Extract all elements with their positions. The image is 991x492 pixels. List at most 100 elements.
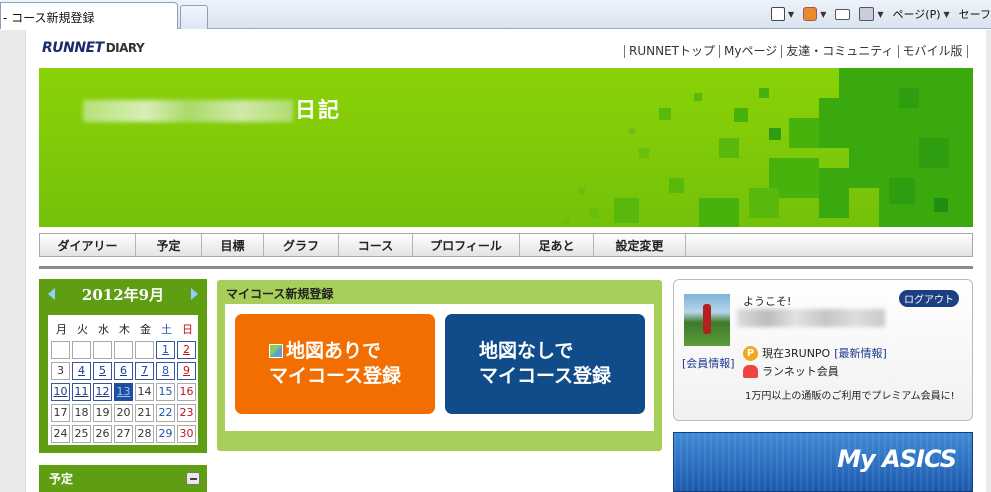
calendar-day[interactable]: 6 [114, 362, 133, 380]
browser-tab[interactable]: - コース新規登録 [0, 2, 178, 29]
collapse-icon[interactable] [186, 472, 200, 485]
home-icon [771, 7, 786, 21]
home-button[interactable]: ▼ [771, 7, 794, 21]
nav-diary[interactable]: ダイアリー [40, 234, 136, 256]
schedule-box: 予定 [39, 465, 207, 492]
calendar-day: 27 [114, 425, 133, 443]
calendar-day: 21 [135, 404, 154, 422]
divider [39, 266, 973, 269]
map-icon [268, 344, 283, 358]
logo-text: RUNNET [42, 40, 104, 56]
blurred-member-name [737, 309, 885, 327]
mail-button[interactable] [835, 8, 851, 20]
nav-graph[interactable]: グラフ [264, 234, 339, 256]
browser-toolbar: ▼ ▼ ▼ ページ(P) ▼ セーフ [771, 6, 991, 22]
safety-menu[interactable]: セーフ [959, 6, 991, 22]
nav-settings[interactable]: 設定変更 [594, 234, 686, 256]
nav-goal[interactable]: 目標 [202, 234, 264, 256]
calendar-day: 18 [72, 404, 91, 422]
calendar-day[interactable]: 7 [135, 362, 154, 380]
calendar-day: 16 [177, 383, 196, 401]
runpo-text: 現在3RUNPO [762, 347, 831, 360]
page-menu[interactable]: ページ(P) ▼ [893, 6, 950, 22]
runpo-latest-link[interactable]: [最新情報] [834, 345, 887, 361]
register-with-map-button[interactable]: 地図ありで マイコース登録 [235, 314, 435, 414]
top-links: RUNNETトップ Myページ 友達・コミュニティ モバイル版 [624, 45, 968, 58]
prev-month-icon[interactable] [48, 288, 55, 300]
calendar: 2012年9月 月 火 水 木 金 土 日 1 2 3 4 5 6 7 8 9 10 11 12 13 1… [39, 279, 207, 453]
weekday-label: 木 [119, 323, 130, 336]
calendar-day[interactable]: 2 [177, 341, 196, 359]
diary-banner: 日記 [39, 68, 973, 227]
calendar-day: 26 [93, 425, 112, 443]
panel-inner: 地図ありで マイコース登録 地図なしで マイコース登録 [225, 304, 654, 431]
right-margin [986, 30, 991, 492]
calendar-empty-cell [72, 341, 91, 359]
calendar-day[interactable]: 10 [51, 383, 70, 401]
calendar-day[interactable]: 1 [156, 341, 175, 359]
calendar-day: 17 [51, 404, 70, 422]
nav-schedule[interactable]: 予定 [136, 234, 202, 256]
calendar-day[interactable]: 12 [93, 383, 112, 401]
calendar-day[interactable]: 8 [156, 362, 175, 380]
course-register-panel: マイコース新規登録 地図ありで マイコース登録 地図なしで マイコース登録 [217, 280, 662, 451]
premium-promo[interactable]: 1万円以上の通販のご利用でプレミアム会員に! [745, 387, 955, 402]
calendar-day[interactable]: 13 [114, 383, 133, 401]
banner-pixel-decoration [564, 68, 973, 227]
calendar-day[interactable]: 4 [72, 362, 91, 380]
page-menu-label: ページ(P) [892, 8, 941, 21]
member-info-link[interactable]: [会員情報] [682, 355, 735, 371]
logout-button[interactable]: ログアウト [899, 290, 959, 307]
calendar-day: 14 [135, 383, 154, 401]
calendar-month: 2012年9月 [81, 285, 165, 304]
calendar-day: 23 [177, 404, 196, 422]
calendar-day: 19 [93, 404, 112, 422]
weekday-label: 金 [140, 323, 151, 336]
calendar-day: 3 [51, 362, 70, 380]
avatar[interactable] [684, 294, 730, 346]
register-without-map-button[interactable]: 地図なしで マイコース登録 [445, 314, 645, 414]
member-panel: [会員情報] ようこそ! ログアウト P 現在3RUNPO [最新情報] ランネ… [673, 279, 973, 421]
calendar-day: 28 [135, 425, 154, 443]
calendar-day: 22 [156, 404, 175, 422]
print-button[interactable]: ▼ [859, 7, 884, 21]
calendar-empty-cell [93, 341, 112, 359]
rss-icon [803, 7, 818, 21]
main-nav: ダイアリー 予定 目標 グラフ コース プロフィール 足あと 設定変更 [39, 233, 973, 257]
top-link-mobile[interactable]: モバイル版 [897, 45, 968, 58]
calendar-day[interactable]: 11 [72, 383, 91, 401]
top-link-runnet-top[interactable]: RUNNETトップ [624, 45, 719, 58]
mail-icon [835, 8, 851, 20]
next-month-icon[interactable] [191, 288, 198, 300]
calendar-day: 25 [72, 425, 91, 443]
nav-course[interactable]: コース [339, 234, 413, 256]
my-asics-banner[interactable]: My ASICS [673, 432, 973, 492]
chevron-down-icon: ▼ [820, 9, 827, 19]
calendar-days: 1 2 3 4 5 6 7 8 9 10 11 12 13 14 15 16 17 18 19 20 21 22 23 24 2… [51, 341, 196, 443]
nav-profile[interactable]: プロフィール [413, 234, 520, 256]
calendar-day: 24 [51, 425, 70, 443]
left-margin [0, 30, 26, 492]
points-icon: P [743, 345, 758, 361]
weekday-label: 日 [182, 323, 193, 336]
calendar-day[interactable]: 5 [93, 362, 112, 380]
without-map-line2: マイコース登録 [478, 365, 612, 387]
weekday-label: 水 [98, 323, 109, 336]
calendar-empty-cell [51, 341, 70, 359]
top-link-community[interactable]: 友達・コミュニティ [781, 45, 897, 58]
chevron-down-icon: ▼ [788, 9, 795, 19]
calendar-empty-cell [114, 341, 133, 359]
new-tab-button[interactable] [180, 5, 208, 29]
nav-footprints[interactable]: 足あと [520, 234, 594, 256]
runnet-logo[interactable]: RUNNET DIARY [42, 40, 145, 56]
weekday-label: 火 [77, 323, 88, 336]
top-link-my-page[interactable]: Myページ [719, 45, 781, 58]
weekday-label: 月 [56, 323, 67, 336]
logo-suffix: DIARY [105, 41, 145, 55]
blurred-username [83, 100, 293, 122]
calendar-day: 20 [114, 404, 133, 422]
welcome-text: ようこそ! [743, 295, 792, 308]
weekday-label: 土 [161, 323, 172, 336]
feeds-button[interactable]: ▼ [803, 7, 826, 21]
calendar-day[interactable]: 9 [177, 362, 196, 380]
